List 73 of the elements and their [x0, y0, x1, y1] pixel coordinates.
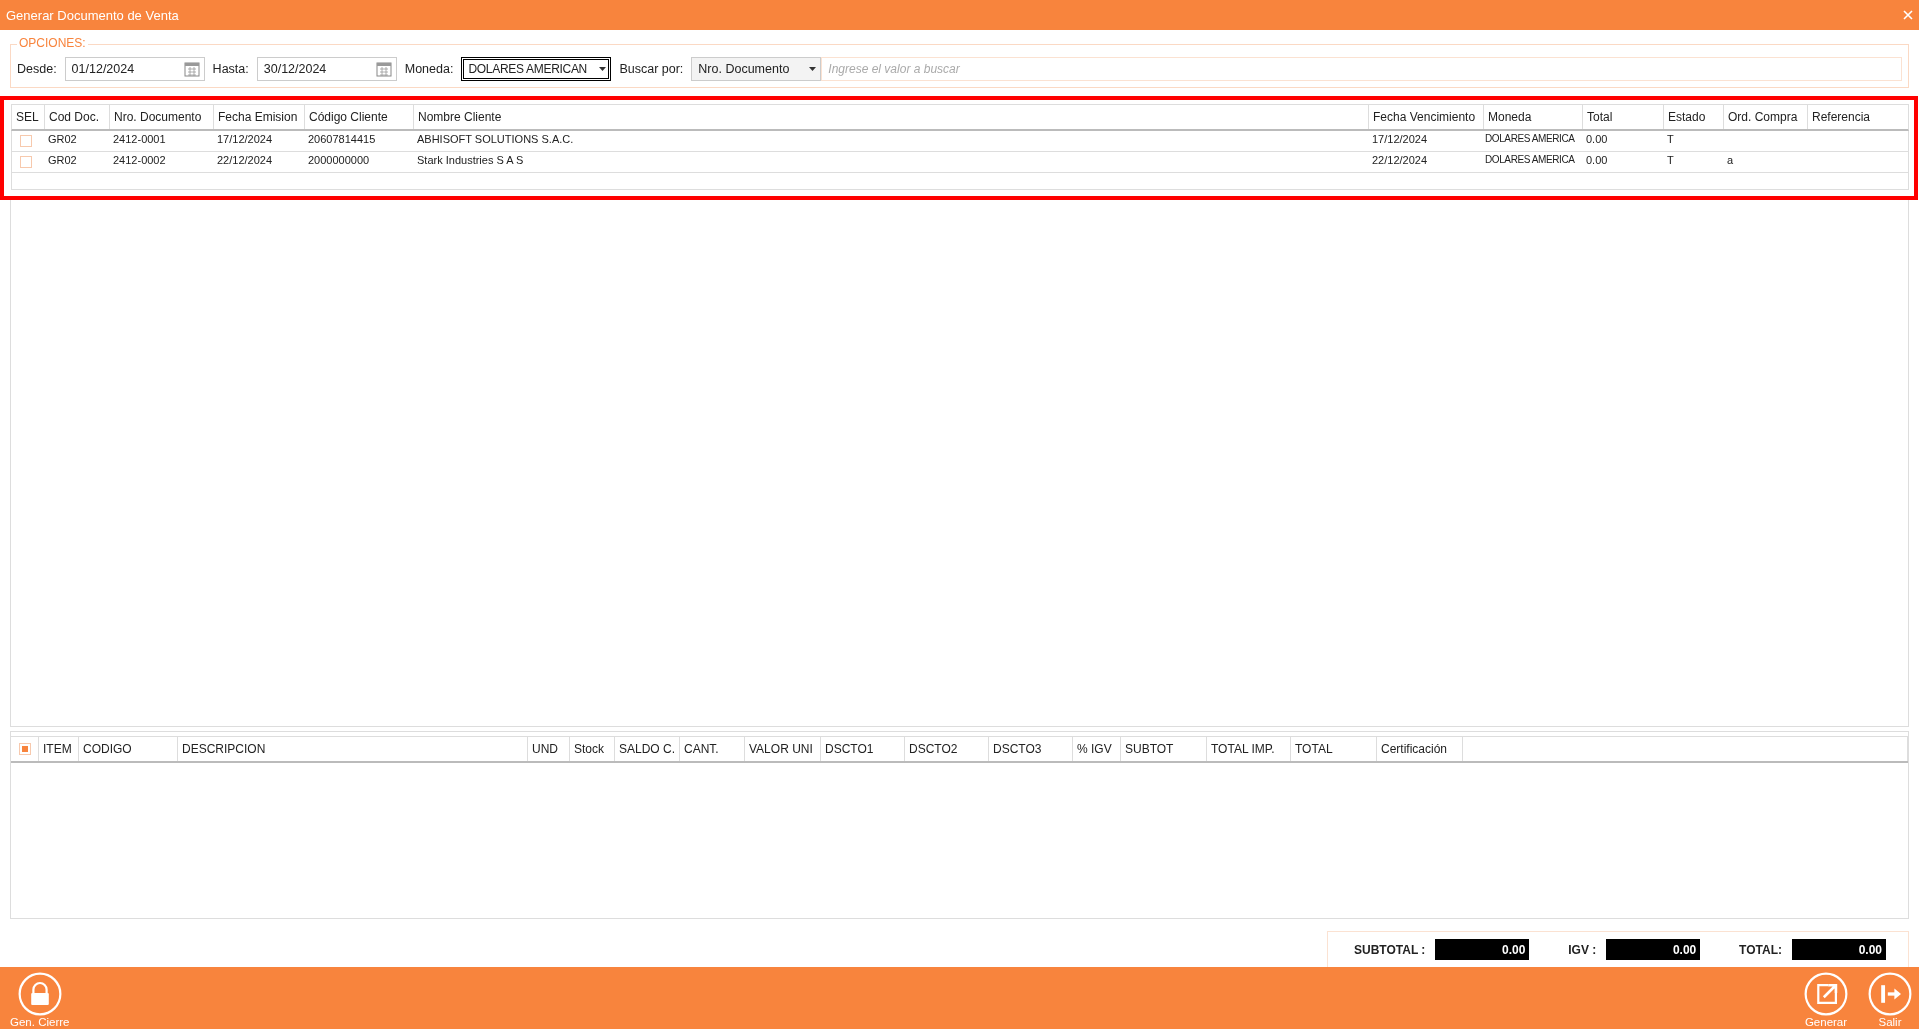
column-header[interactable]: TOTAL	[1291, 737, 1377, 761]
table-cell-text: 22/12/2024	[216, 153, 274, 168]
calendar-icon[interactable]	[375, 61, 392, 77]
date-field[interactable]: 01/12/2024	[64, 57, 205, 81]
close-icon[interactable]	[1903, 10, 1913, 20]
table-cell-text: GR02	[47, 153, 78, 168]
column-header[interactable]: ITEM	[39, 737, 79, 761]
field-label: Moneda:	[404, 62, 454, 76]
search-field[interactable]: Ingrese el valor a buscar	[821, 57, 1902, 81]
column-header[interactable]: Nombre Cliente	[413, 105, 1368, 129]
column-header[interactable]: Moneda	[1483, 105, 1582, 129]
column-header[interactable]: SALDO C.	[615, 737, 680, 761]
group-legend: OPCIONES:	[17, 36, 88, 50]
date-field[interactable]: 30/12/2024	[256, 57, 397, 81]
export-icon	[1804, 972, 1848, 1016]
table-cell-text: a	[1726, 153, 1735, 168]
column-header[interactable]: UND	[528, 737, 570, 761]
table-cell-text: 20607814415	[307, 132, 377, 147]
column-header[interactable]: SEL	[12, 105, 44, 129]
column-header[interactable]: Nro. Documento	[109, 105, 213, 129]
column-header[interactable]: Stock	[570, 737, 615, 761]
select-all-checkbox[interactable]	[18, 743, 31, 755]
field-label: Hasta:	[212, 62, 249, 76]
table-cell-text: DOLARES AMERICA	[1484, 153, 1576, 167]
column-header[interactable]: DESCRIPCION	[178, 737, 528, 761]
column-header[interactable]: Estado	[1663, 105, 1723, 129]
calendar-icon[interactable]	[183, 61, 200, 77]
table-cell-text: 2412-0002	[112, 153, 167, 168]
column-header[interactable]: Fecha Vencimiento	[1368, 105, 1483, 129]
column-header[interactable]: DSCTO1	[821, 737, 905, 761]
column-header[interactable]: Total	[1582, 105, 1663, 129]
table-cell-text: ABHISOFT SOLUTIONS S.A.C.	[416, 132, 575, 147]
column-header[interactable]: % IGV	[1073, 737, 1121, 761]
table-cell-text: DOLARES AMERICA	[1484, 132, 1576, 146]
column-header[interactable]: SUBTOT	[1121, 737, 1207, 761]
column-header[interactable]: TOTAL IMP.	[1207, 737, 1291, 761]
column-header[interactable]: CODIGO	[79, 737, 178, 761]
column-header[interactable]: Ord. Compra	[1723, 105, 1807, 129]
dropdown[interactable]: DOLARES AMERICAN	[461, 57, 612, 81]
field-label: Desde:	[17, 62, 57, 76]
column-header[interactable]: Referencia	[1807, 105, 1906, 129]
caret-icon	[599, 67, 607, 71]
exit-icon	[1868, 972, 1912, 1016]
dropdown[interactable]: Nro. Documento	[691, 57, 822, 81]
column-header[interactable]: DSCTO2	[905, 737, 989, 761]
column-header[interactable]: Fecha Emision	[213, 105, 304, 129]
table-cell-text: T	[1666, 132, 1675, 147]
total-label: IGV :	[1568, 942, 1597, 957]
column-header[interactable]: DSCTO3	[989, 737, 1073, 761]
table-cell-text: 17/12/2024	[216, 132, 274, 147]
total-label: TOTAL:	[1739, 942, 1782, 957]
lock-icon	[17, 972, 62, 1016]
total-value: 0.00	[1606, 939, 1701, 960]
window-title: Generar Documento de Venta	[6, 7, 179, 23]
table-cell-text: 0.00	[1585, 132, 1609, 147]
column-header[interactable]: Cod Doc.	[44, 105, 109, 129]
table-cell-text: T	[1666, 153, 1675, 168]
column-header[interactable]: VALOR UNI	[745, 737, 821, 761]
total-value: 0.00	[1792, 939, 1886, 960]
column-header[interactable]: Código Cliente	[304, 105, 413, 129]
table-cell-text: 17/12/2024	[1371, 132, 1429, 147]
table-cell-text: GR02	[47, 132, 78, 147]
table-cell-text: 22/12/2024	[1371, 153, 1429, 168]
table-cell-text: Stark Industries S A S	[416, 153, 525, 168]
column-header[interactable]: CANT.	[680, 737, 745, 761]
caret-icon	[809, 67, 817, 71]
field-label: Buscar por:	[619, 62, 684, 76]
total-value: 0.00	[1435, 939, 1530, 960]
column-header[interactable]: Certificación	[1377, 737, 1463, 761]
total-label: SUBTOTAL :	[1354, 942, 1426, 957]
table-cell-text: 0.00	[1585, 153, 1609, 168]
table-cell-text: 2000000000	[307, 153, 371, 168]
table-cell-text: 2412-0001	[112, 132, 167, 147]
